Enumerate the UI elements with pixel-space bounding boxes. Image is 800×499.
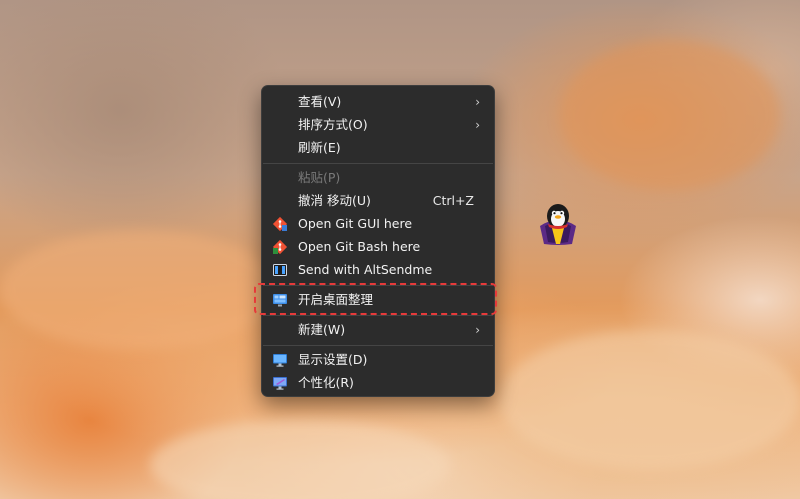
menu-item-label: Open Git Bash here [298, 239, 421, 254]
wallpaper-fur-shape [560, 40, 780, 190]
wallpaper-fur-shape [0, 230, 280, 350]
chevron-right-icon: › [475, 118, 480, 132]
menu-item-personalize[interactable]: 个性化(R) [266, 372, 490, 394]
menu-item-label: 个性化(R) [298, 375, 354, 390]
highlight-box [254, 283, 497, 315]
penguin-icon[interactable] [534, 200, 582, 246]
menu-item-label: 新建(W) [298, 322, 346, 337]
menu-item-label: 排序方式(O) [298, 117, 368, 132]
menu-item-view[interactable]: 查看(V) › [266, 91, 490, 113]
menu-item-label: 刷新(E) [298, 140, 341, 155]
menu-item-open-git-gui[interactable]: Open Git GUI here [266, 213, 490, 235]
menu-item-label: 显示设置(D) [298, 352, 368, 367]
menu-item-label: 撤消 移动(U) [298, 193, 371, 208]
desktop-context-menu: 查看(V) › 排序方式(O) › 刷新(E) 粘贴(P) 撤消 移动(U) C… [261, 85, 495, 397]
desktop-wallpaper[interactable]: 查看(V) › 排序方式(O) › 刷新(E) 粘贴(P) 撤消 移动(U) C… [0, 0, 800, 499]
chevron-right-icon: › [475, 95, 480, 109]
menu-item-refresh[interactable]: 刷新(E) [266, 137, 490, 159]
git-gui-icon [272, 216, 288, 232]
menu-separator [263, 163, 493, 164]
personalize-icon [272, 375, 288, 391]
wallpaper-fur-shape [150, 420, 450, 499]
menu-item-label: Open Git GUI here [298, 216, 413, 231]
menu-item-label: Send with AltSendme [298, 262, 433, 277]
menu-item-paste: 粘贴(P) [266, 167, 490, 189]
menu-item-display-settings[interactable]: 显示设置(D) [266, 349, 490, 371]
menu-item-sort-by[interactable]: 排序方式(O) › [266, 114, 490, 136]
menu-item-send-with-altsendme[interactable]: Send with AltSendme [266, 259, 490, 281]
menu-item-open-git-bash[interactable]: Open Git Bash here [266, 236, 490, 258]
menu-item-undo-move[interactable]: 撤消 移动(U) Ctrl+Z [266, 190, 490, 212]
display-settings-icon [272, 352, 288, 368]
menu-item-new[interactable]: 新建(W) › [266, 319, 490, 341]
menu-separator [263, 315, 493, 316]
menu-item-label: 粘贴(P) [298, 170, 341, 185]
wallpaper-fur-shape [500, 330, 800, 470]
shortcut-label: Ctrl+Z [432, 193, 474, 208]
git-bash-icon [272, 239, 288, 255]
menu-separator [263, 345, 493, 346]
altsendme-icon [272, 262, 288, 278]
chevron-right-icon: › [475, 323, 480, 337]
menu-item-label: 查看(V) [298, 94, 342, 109]
